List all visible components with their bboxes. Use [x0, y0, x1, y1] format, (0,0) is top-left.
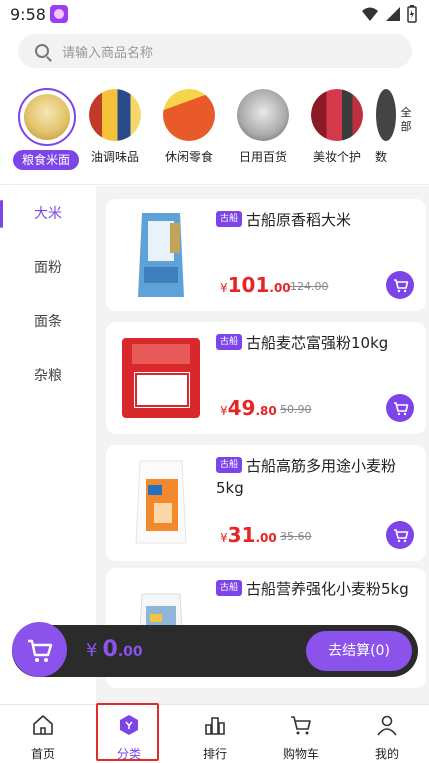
tab-label: 我的 [374, 747, 399, 761]
sidebar-item-label: 大米 [34, 206, 62, 222]
sidebar-item-label: 面粉 [34, 260, 62, 276]
divider [0, 184, 429, 185]
product-card[interactable]: 古船 古船原香稻大米 ¥101.00 124.00 [106, 199, 426, 311]
wifi-icon [362, 7, 378, 21]
category-item-daily[interactable]: 日用百货 [226, 80, 300, 176]
digital-icon [376, 89, 396, 141]
profile-icon [377, 715, 397, 736]
tab-profile[interactable]: 我的 [344, 709, 429, 763]
tab-home[interactable]: 首页 [0, 709, 86, 763]
sidebar-item-rice[interactable]: 大米 [0, 186, 96, 242]
tab-ranking[interactable]: 排行 [172, 709, 258, 763]
status-bar: 9:58 [0, 0, 429, 30]
category-label: 数 [374, 150, 387, 164]
product-name[interactable]: 古船原香稻大米 [216, 209, 416, 231]
tab-label: 首页 [30, 747, 55, 761]
rice-cooker-icon [237, 89, 289, 141]
checkout-button[interactable]: 去结算(0) [306, 631, 412, 671]
category-strip: 粮食米面 油调味品 休闲零食 日用百货 美妆个护 数 全部 [0, 80, 429, 180]
ranking-icon [205, 717, 225, 735]
sidebar-item-flour[interactable]: 面粉 [0, 240, 96, 296]
product-name[interactable]: 古船高筋多用途小麦粉5kg [216, 455, 416, 499]
cart-summary-bar: ¥ 0.00 去结算(0) [12, 622, 418, 677]
product-card[interactable]: 古船 古船麦芯富强粉10kg ¥49.80 50.90 [106, 322, 426, 434]
cart-icon [291, 716, 311, 735]
category-label: 休闲零食 [164, 150, 213, 164]
search-bar[interactable]: 请输入商品名称 [18, 34, 412, 68]
category-item-digital[interactable]: 数 [366, 80, 396, 176]
category-item-snacks[interactable]: 休闲零食 [152, 80, 226, 176]
tab-cart[interactable]: 购物车 [258, 709, 344, 763]
tab-label: 购物车 [282, 747, 319, 761]
bottom-tab-bar: 首页 分类 排行 购物车 我的 [0, 704, 429, 763]
home-icon [33, 715, 53, 735]
tab-label: 排行 [202, 747, 227, 761]
add-to-cart-button[interactable] [386, 271, 414, 299]
product-price: ¥101.00 [220, 273, 291, 297]
category-label: 日用百货 [238, 150, 287, 164]
cart-button[interactable] [12, 622, 67, 677]
add-to-cart-button[interactable] [386, 394, 414, 422]
product-name[interactable]: 古船麦芯富强粉10kg [216, 332, 416, 354]
original-price: 50.90 [280, 403, 312, 416]
status-indicators [361, 5, 417, 23]
cart-total: ¥ 0.00 [86, 637, 143, 662]
sidebar-item-noodles[interactable]: 面条 [0, 294, 96, 350]
cosmetics-icon [311, 89, 363, 141]
cart-icon [394, 279, 409, 293]
original-price: 35.60 [280, 530, 312, 543]
battery-icon [407, 5, 417, 23]
app-notification-icon [50, 5, 68, 23]
sidebar-item-label: 杂粮 [34, 368, 62, 384]
category-item-oil[interactable]: 油调味品 [78, 80, 152, 176]
shopping-cart-icon [28, 639, 53, 662]
product-card[interactable]: 古船 古船高筋多用途小麦粉5kg ¥31.00 35.60 [106, 445, 426, 561]
flour-orange-bag-image [118, 455, 204, 547]
cart-icon [394, 402, 409, 416]
add-to-cart-button[interactable] [386, 521, 414, 549]
oil-bottles-icon [89, 89, 141, 141]
rice-bag-icon [18, 88, 76, 146]
search-icon [35, 44, 49, 58]
flour-red-bag-image [118, 332, 204, 424]
category-label: 粮食米面 [13, 150, 79, 170]
snack-pack-icon [163, 89, 215, 141]
original-price: 124.00 [290, 280, 329, 293]
active-indicator [0, 200, 3, 228]
product-price: ¥31.00 [220, 523, 277, 547]
highlight-annotation [96, 703, 159, 761]
category-item-beauty[interactable]: 美妆个护 [300, 80, 374, 176]
product-price: ¥49.80 [220, 396, 277, 420]
rice-bag-image [118, 209, 204, 301]
status-time: 9:58 [10, 5, 46, 24]
category-item-grain[interactable]: 粮食米面 [4, 80, 79, 176]
cart-icon [394, 529, 409, 543]
sidebar-item-grains[interactable]: 杂粮 [0, 348, 96, 404]
category-label: 美妆个护 [312, 150, 361, 164]
category-label: 油调味品 [90, 150, 139, 164]
search-input[interactable]: 请输入商品名称 [62, 42, 153, 61]
product-name[interactable]: 古船营养强化小麦粉5kg [216, 578, 416, 600]
sidebar-item-label: 面条 [34, 314, 62, 330]
signal-icon [386, 7, 400, 21]
all-categories-button[interactable]: 全部 [398, 106, 414, 134]
